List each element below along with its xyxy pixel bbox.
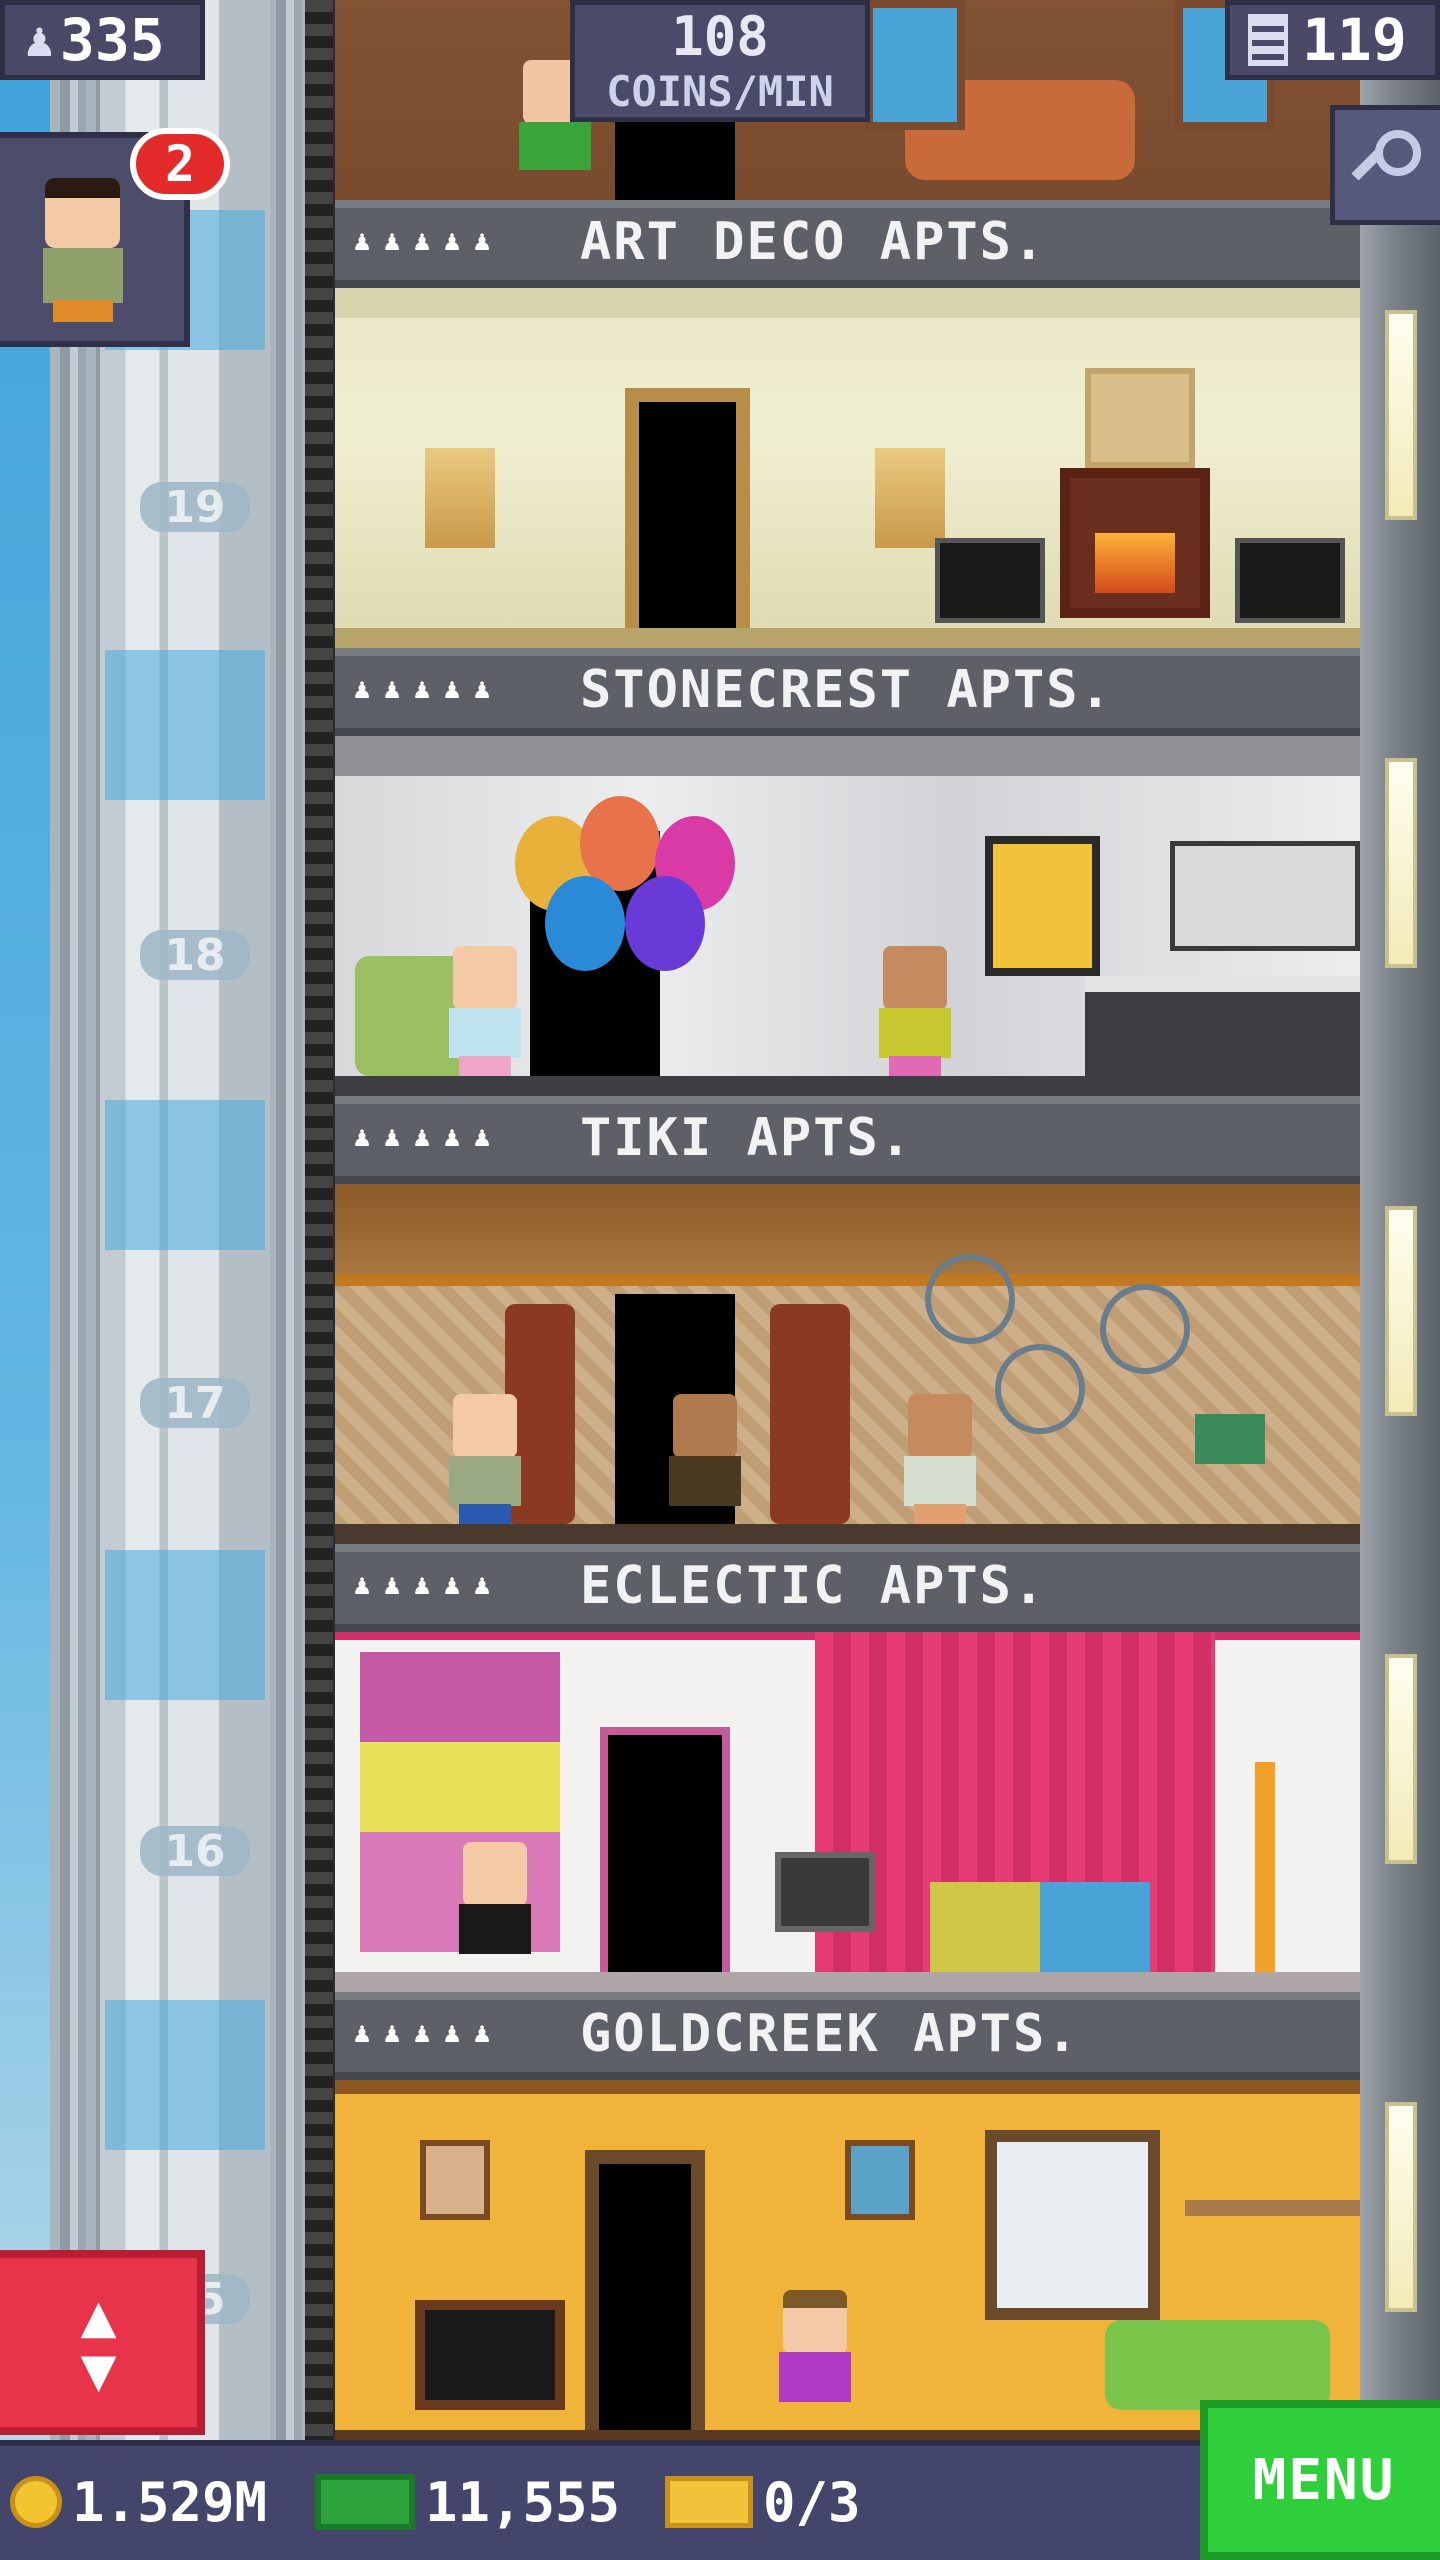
coins-stat[interactable]: 1.529M	[10, 2464, 267, 2540]
floor-label-bar[interactable]: ♟ ♟ ♟ ♟ ♟ TIKI APTS.	[335, 1096, 1360, 1184]
bird-cage	[925, 1254, 1015, 1344]
wall-sconce	[875, 448, 945, 548]
floor-label-bar[interactable]: ♟ ♟ ♟ ♟ ♟ STONECREST APTS.	[335, 648, 1360, 736]
menu-button[interactable]: MENU	[1200, 2400, 1440, 2560]
floor-number-marker: 17	[140, 1378, 250, 1429]
magnifier-icon	[1350, 130, 1423, 200]
wall-light	[1385, 1654, 1417, 1864]
elevator-rail	[305, 0, 333, 2440]
cash-icon	[315, 2474, 415, 2530]
floor-number-marker: 19	[140, 482, 250, 533]
two-tone-sofa	[930, 1882, 1150, 1972]
floor-name: ART DECO APTS.	[580, 212, 1047, 272]
floor-tiki[interactable]: ♟ ♟ ♟ ♟ ♟ TIKI APTS.	[335, 736, 1360, 1184]
shaft-window	[105, 1550, 265, 1700]
wall-light	[1385, 1206, 1417, 1416]
up-down-arrows-icon: ▲ ▼	[80, 2280, 117, 2405]
floor-count-value: 119	[1302, 6, 1407, 74]
bird-cage	[995, 1344, 1085, 1434]
floor-name: GOLDCREEK APTS.	[580, 2004, 1080, 2064]
person-icon: ♟	[25, 12, 54, 68]
resident-slots: ♟ ♟ ♟ ♟ ♟	[353, 224, 491, 257]
floor-name: STONECREST APTS.	[580, 660, 1113, 720]
resident[interactable]	[875, 946, 955, 1076]
ticket-icon	[665, 2476, 753, 2528]
tv-set	[415, 2300, 565, 2410]
floor-label-bar[interactable]: ♟ ♟ ♟ ♟ ♟ GOLDCREEK APTS.	[335, 1992, 1360, 2080]
room-door	[600, 1727, 730, 1977]
floor-label-bar[interactable]: ♟ ♟ ♟ ♟ ♟ ECLECTIC APTS.	[335, 1544, 1360, 1632]
resident-slots: ♟ ♟ ♟ ♟ ♟	[353, 2016, 491, 2049]
wall-light	[1385, 310, 1417, 520]
shaft-window	[105, 1100, 265, 1250]
window	[865, 0, 965, 130]
portrait-frame	[420, 2140, 490, 2220]
floor-name: TIKI APTS.	[580, 1108, 914, 1168]
bux-value: 11,555	[425, 2470, 621, 2534]
shaft-window	[105, 650, 265, 800]
room-door	[625, 388, 750, 633]
armchair	[1235, 538, 1345, 623]
floor-stonecrest[interactable]: ♟ ♟ ♟ ♟ ♟ STONECREST APTS.	[335, 288, 1360, 736]
picture-frame	[845, 2140, 915, 2220]
resident[interactable]	[445, 946, 525, 1076]
armchair	[935, 538, 1045, 623]
resident-slots: ♟ ♟ ♟ ♟ ♟	[353, 1568, 491, 1601]
visitor-count-badge: 2	[130, 128, 230, 200]
room-door	[615, 110, 735, 200]
population-value: 335	[59, 6, 165, 74]
floor-bottom-room[interactable]	[335, 2080, 1360, 2440]
floor-lamp	[1255, 1762, 1275, 1972]
balloon-bunch	[515, 776, 735, 976]
kitchen-cabinets	[1170, 841, 1360, 951]
population-counter[interactable]: ♟ 335	[0, 0, 205, 80]
resident-slots: ♟ ♟ ♟ ♟ ♟	[353, 672, 491, 705]
building-icon	[1248, 14, 1288, 66]
resident-slots: ♟ ♟ ♟ ♟ ♟	[353, 1120, 491, 1153]
resident[interactable]	[775, 2290, 855, 2420]
search-floor-button[interactable]	[1330, 105, 1440, 225]
coins-per-minute: 108 COINS/MIN	[570, 0, 870, 122]
tickets-value: 0/3	[763, 2470, 861, 2534]
green-sofa	[1105, 2320, 1330, 2410]
bird-cage	[1100, 1284, 1190, 1374]
elevator-button[interactable]: ▲ ▼	[0, 2250, 205, 2435]
floor-goldcreek[interactable]: ♟ ♟ ♟ ♟ ♟ GOLDCREEK APTS.	[335, 1632, 1360, 2080]
resident[interactable]	[455, 1842, 535, 1972]
sky-background	[0, 0, 50, 2440]
wall-light	[1385, 758, 1417, 968]
floor-number-marker: 18	[140, 930, 250, 981]
visitor-avatar	[35, 178, 130, 328]
coin-icon	[10, 2476, 62, 2528]
fireplace	[1060, 468, 1210, 618]
coins-rate-value: 108	[671, 5, 769, 68]
floor-label-bar[interactable]: ♟ ♟ ♟ ♟ ♟ ART DECO APTS.	[335, 200, 1360, 288]
floor-number-marker: 16	[140, 1826, 250, 1877]
room-door	[585, 2150, 705, 2440]
tiki-statue	[770, 1304, 850, 1524]
shaft-window	[105, 2000, 265, 2150]
coins-rate-unit: COINS/MIN	[606, 67, 834, 116]
bookshelf	[1185, 2200, 1360, 2216]
floor-eclectic[interactable]: ♟ ♟ ♟ ♟ ♟ ECLECTIC APTS.	[335, 1184, 1360, 1632]
resident[interactable]	[665, 1394, 745, 1524]
resident[interactable]	[445, 1394, 525, 1524]
tickets-stat[interactable]: 0/3	[665, 2464, 861, 2540]
wall-sconce	[425, 448, 495, 548]
flower-painting	[1085, 368, 1195, 468]
floor-counter[interactable]: 119	[1225, 0, 1440, 80]
bux-stat[interactable]: 11,555	[315, 2464, 620, 2540]
wall-light	[1385, 2102, 1417, 2312]
window	[985, 2130, 1160, 2320]
tv-set	[775, 1852, 875, 1932]
resident[interactable]	[900, 1394, 980, 1524]
radio	[1195, 1414, 1265, 1464]
framed-poster	[985, 836, 1100, 976]
floor-name: ECLECTIC APTS.	[580, 1556, 1047, 1616]
coins-value: 1.529M	[72, 2470, 268, 2534]
